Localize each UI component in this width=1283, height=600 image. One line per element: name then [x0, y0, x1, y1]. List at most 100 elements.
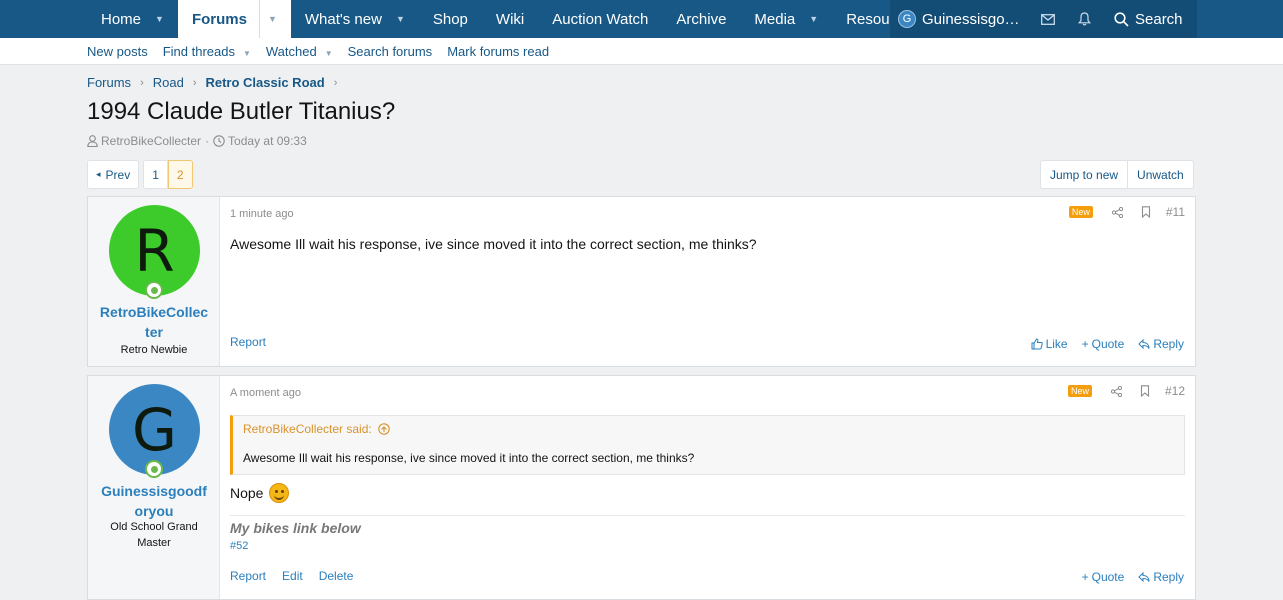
thread-author[interactable]: RetroBikeCollecter [101, 134, 201, 148]
post-message: Awesome Ill wait his response, ive since… [230, 236, 757, 252]
post-user-info: R RetroBikeCollec ter Retro Newbie [88, 197, 220, 366]
post-footer-left: Report [230, 335, 282, 349]
reply-button[interactable]: Reply [1138, 570, 1184, 584]
prev-page-button[interactable]: ◂ Prev [87, 160, 140, 189]
top-navigation: Home ▼ Forums ▼ What's new ▼ Shop Wiki Auct… [0, 0, 1283, 38]
smiley-icon [269, 483, 290, 503]
subnav-label: Watched [265, 44, 317, 59]
user-icon [87, 135, 98, 147]
share-icon[interactable] [1110, 385, 1122, 397]
page-title: 1994 Claude Butler Titanius? [87, 98, 396, 125]
quote-button[interactable]: + Quote [1082, 570, 1125, 584]
subnav-find-threads[interactable]: Find threads ▼ [163, 44, 251, 59]
post-11: R RetroBikeCollec ter Retro Newbie 1 minu… [87, 196, 1196, 367]
post-footer-right: Like + Quote Reply [1017, 337, 1184, 351]
delete-link[interactable]: Delete [319, 569, 354, 583]
page-link-1[interactable]: 1 [143, 160, 168, 189]
user-title-line: Master [137, 537, 171, 549]
tab-archive[interactable]: Archive [662, 0, 740, 38]
tab-home[interactable]: Home ▼ [87, 0, 178, 38]
chevron-down-icon[interactable]: ▼ [243, 49, 251, 58]
username-line: Guinessisgoodf [101, 483, 207, 499]
post-message: Nope [230, 483, 290, 503]
inbox-icon[interactable] [1030, 0, 1066, 38]
chevron-right-icon: › [333, 76, 338, 89]
post-username[interactable]: RetroBikeCollec ter [92, 302, 216, 342]
thread-time[interactable]: Today at 09:33 [228, 134, 307, 148]
post-12: G Guinessisgoodf oryou Old School Grand Ma… [87, 375, 1196, 600]
message-text: Nope [230, 485, 264, 501]
chevron-down-icon[interactable]: ▼ [396, 14, 405, 24]
post-username[interactable]: Guinessisgoodf oryou [92, 481, 216, 521]
post-number[interactable]: #11 [1166, 205, 1185, 219]
tab-whats-new[interactable]: What's new ▼ [291, 0, 419, 38]
avatar: G [898, 10, 916, 28]
user-menu[interactable]: G Guinessisgo… [890, 0, 1030, 38]
subnav-search-forums[interactable]: Search forums [348, 44, 433, 59]
tab-label: Forums [191, 10, 247, 28]
post-number[interactable]: #12 [1165, 384, 1185, 398]
report-link[interactable]: Report [230, 569, 266, 583]
jump-to-new-button[interactable]: Jump to new [1040, 160, 1128, 189]
tab-auction-watch[interactable]: Auction Watch [538, 0, 662, 38]
breadcrumb-road[interactable]: Road [153, 75, 184, 90]
tab-label: What's new [304, 10, 382, 28]
chevron-left-icon: ◂ [96, 169, 101, 179]
share-icon[interactable] [1111, 206, 1123, 218]
post-time[interactable]: 1 minute ago [230, 208, 294, 220]
new-badge: New [1067, 385, 1092, 397]
signature-link[interactable]: #52 [230, 540, 248, 552]
edit-link[interactable]: Edit [282, 569, 303, 583]
chevron-down-icon[interactable]: ▼ [325, 49, 333, 58]
bookmark-icon[interactable] [1141, 206, 1151, 218]
unwatch-button[interactable]: Unwatch [1127, 160, 1194, 189]
post-body: A moment ago New #12 RetroBikeCollecter … [220, 376, 1195, 599]
tab-forums[interactable]: Forums ▼ [177, 0, 291, 38]
tab-wiki[interactable]: Wiki [482, 0, 538, 38]
post-tools: New #12 [1067, 384, 1185, 398]
chevron-down-icon[interactable]: ▼ [809, 14, 818, 24]
tab-label: Auction Watch [552, 10, 649, 28]
breadcrumb-retro-classic-road[interactable]: Retro Classic Road [205, 75, 324, 90]
report-link[interactable]: Report [230, 335, 266, 349]
search-label: Search [1135, 10, 1183, 28]
subnav-new-posts[interactable]: New posts [87, 44, 148, 59]
breadcrumb: Forums › Road › Retro Classic Road › [87, 75, 346, 90]
plus-icon: + [1081, 570, 1089, 584]
meta-separator: · [205, 134, 210, 148]
online-status-icon [145, 460, 163, 478]
post-time[interactable]: A moment ago [230, 387, 301, 399]
tab-label: Media [754, 10, 796, 28]
breadcrumb-forums[interactable]: Forums [87, 75, 131, 90]
tab-label: Archive [676, 10, 727, 28]
bookmark-icon[interactable] [1140, 385, 1150, 397]
tab-media[interactable]: Media ▼ [740, 0, 832, 38]
bell-icon[interactable] [1066, 0, 1102, 38]
chevron-down-icon[interactable]: ▼ [155, 14, 164, 24]
quote-header[interactable]: RetroBikeCollecter said: [243, 422, 390, 436]
tab-label: Shop [432, 10, 468, 28]
like-label: Like [1045, 337, 1068, 351]
reply-icon [1138, 572, 1150, 582]
tab-shop[interactable]: Shop [419, 0, 482, 38]
page-link-current[interactable]: 2 [167, 160, 193, 189]
tab-label: Home [101, 10, 142, 28]
thread-actions: Jump to new Unwatch [1040, 160, 1194, 189]
post-body: 1 minute ago New #11 Awesome Ill wait hi… [220, 197, 1195, 366]
like-button[interactable]: Like [1031, 337, 1068, 351]
sub-navigation: New posts Find threads ▼ Watched ▼ Search … [0, 38, 1283, 65]
username-line: RetroBikeCollec [99, 304, 209, 320]
search-button[interactable]: Search [1102, 0, 1197, 38]
post-footer-right: + Quote Reply [1068, 570, 1184, 584]
chevron-down-icon[interactable]: ▼ [258, 0, 277, 38]
quote-button[interactable]: + Quote [1082, 337, 1125, 351]
reply-label: Reply [1153, 570, 1184, 584]
pagination: ◂ Prev 1 2 [87, 160, 193, 189]
plus-icon: + [1081, 337, 1089, 351]
reply-label: Reply [1153, 337, 1184, 351]
quote-label: Quote [1091, 337, 1125, 351]
subnav-watched[interactable]: Watched ▼ [266, 44, 333, 59]
thumbs-up-icon [1031, 338, 1043, 350]
reply-button[interactable]: Reply [1138, 337, 1184, 351]
subnav-mark-forums-read[interactable]: Mark forums read [447, 44, 549, 59]
